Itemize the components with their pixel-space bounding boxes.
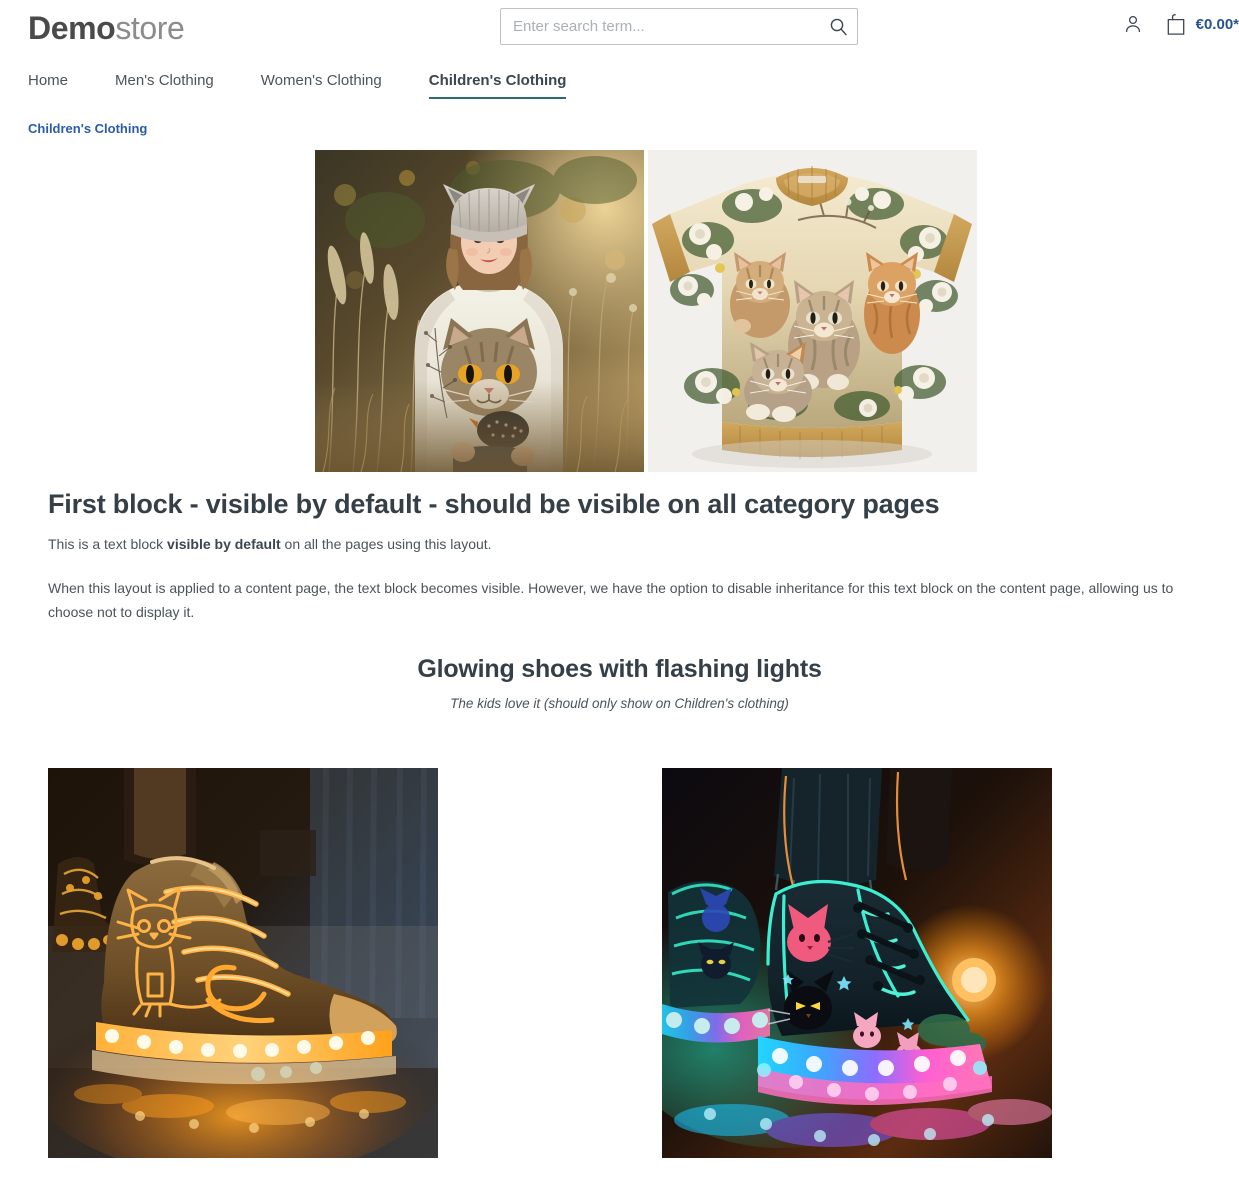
nav-item-home[interactable]: Home xyxy=(28,72,68,99)
rainbow-glowing-cat-boot-photo xyxy=(662,768,1052,1158)
block-title: First block - visible by default - shoul… xyxy=(48,489,940,519)
search-submit-button[interactable] xyxy=(819,9,857,44)
site-header: Demostore Enter search term... €0.00* xyxy=(0,0,1239,55)
block-lead-text: This is a text block visible by default … xyxy=(48,534,1211,555)
nav-item-childrens-clothing[interactable]: Children's Clothing xyxy=(428,72,567,99)
glowing-shoes-heading-block: Glowing shoes with flashing lights The k… xyxy=(0,655,1239,711)
block-lead-after: on all the pages using this layout. xyxy=(280,536,492,553)
girl-wearing-cat-sweater-photo xyxy=(315,150,644,472)
block-lead-bold: visible by default xyxy=(167,536,281,553)
site-logo[interactable]: Demostore xyxy=(28,9,185,46)
hero-image-row xyxy=(315,150,977,472)
shopping-bag-icon xyxy=(1165,13,1187,36)
user-account-icon xyxy=(1122,13,1144,35)
block-lead-before: This is a text block xyxy=(48,536,168,553)
cart-amount-label: €0.00* xyxy=(1195,15,1239,33)
logo-bold-text: Demo xyxy=(28,9,116,46)
breadcrumb: Children's Clothing xyxy=(0,99,1239,138)
first-content-block: First block - visible by default - shoul… xyxy=(0,488,1239,625)
shoes-section-subtitle: The kids love it (should only show on Ch… xyxy=(450,696,789,711)
kitten-floral-sweatshirt-photo xyxy=(648,150,977,472)
search-input[interactable] xyxy=(500,8,858,45)
nav-item-womens-clothing[interactable]: Women's Clothing xyxy=(261,72,382,99)
header-actions: €0.00* xyxy=(1119,8,1239,40)
search-icon xyxy=(829,17,848,36)
main-navigation: Home Men's Clothing Women's Clothing Chi… xyxy=(0,55,1239,99)
nav-item-mens-clothing[interactable]: Men's Clothing xyxy=(115,72,214,99)
search-box xyxy=(500,8,858,45)
breadcrumb-item-childrens-clothing[interactable]: Children's Clothing xyxy=(0,99,147,136)
logo-light-text: store xyxy=(115,9,185,46)
orange-glowing-cat-sneaker-photo xyxy=(48,768,438,1158)
account-button[interactable] xyxy=(1119,8,1147,40)
block-paragraph: When this layout is applied to a content… xyxy=(48,580,1174,621)
cart-button[interactable]: €0.00* xyxy=(1165,13,1239,36)
shoes-section-title: Glowing shoes with flashing lights xyxy=(417,655,822,683)
